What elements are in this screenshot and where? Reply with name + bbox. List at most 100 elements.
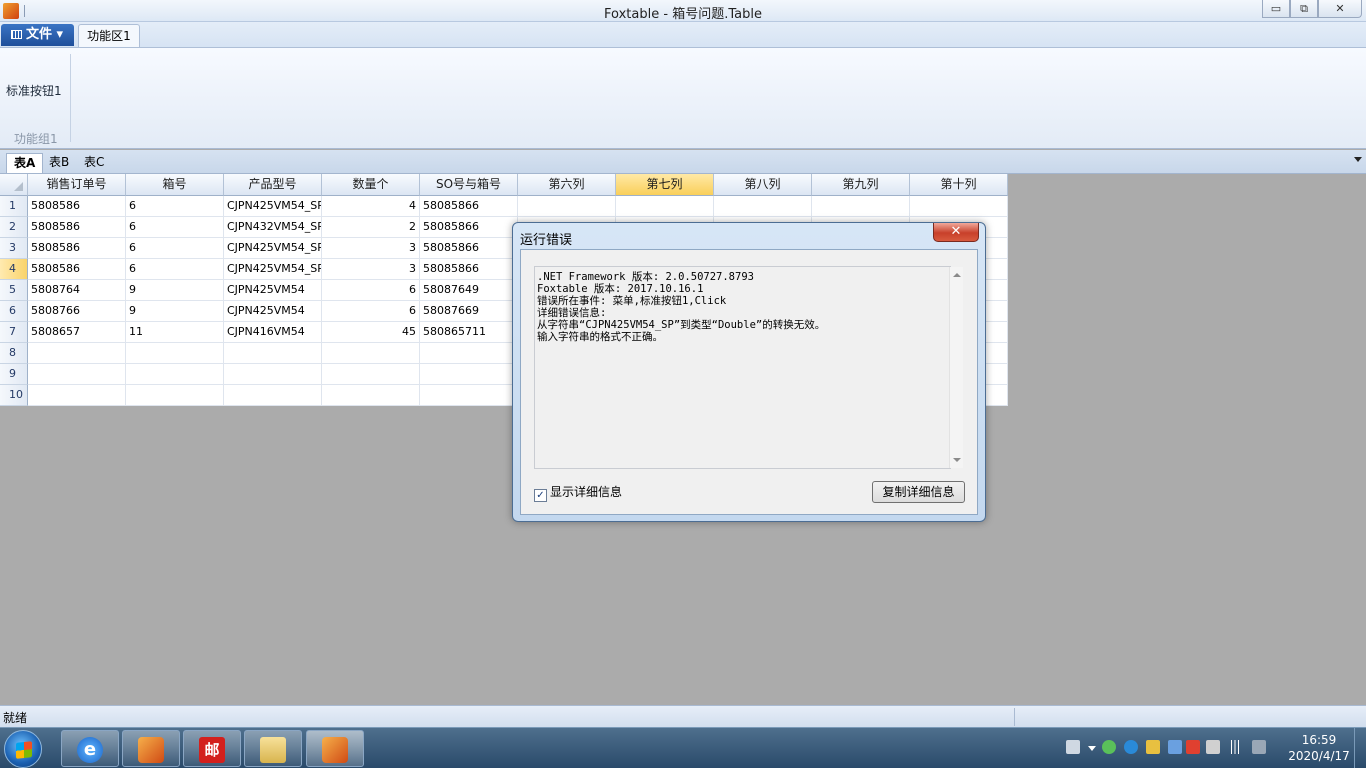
column-header[interactable]: 第十列	[910, 174, 1008, 196]
table-cell[interactable]: 6	[126, 217, 224, 238]
tab-table-b[interactable]: 表B	[42, 153, 76, 173]
row-number[interactable]: 5	[0, 280, 28, 301]
table-cell[interactable]: 9	[126, 280, 224, 301]
table-cell[interactable]: 580865711	[420, 322, 518, 343]
table-cell[interactable]	[910, 196, 1008, 217]
tray-expand-icon[interactable]	[1088, 746, 1096, 751]
column-header[interactable]: 销售订单号	[28, 174, 126, 196]
table-cell[interactable]: 3	[322, 259, 420, 280]
details-scrollbar[interactable]	[949, 267, 963, 468]
table-cell[interactable]	[420, 364, 518, 385]
close-button[interactable]: ✕	[1318, 0, 1362, 18]
show-details-toggle[interactable]: ✓ 显示详细信息	[534, 485, 622, 502]
table-cell[interactable]: 6	[126, 196, 224, 217]
clock[interactable]: 16:59 2020/4/17	[1284, 732, 1354, 764]
taskbar-mail[interactable]: 邮	[183, 730, 241, 767]
table-cell[interactable]: 3	[322, 238, 420, 259]
table-cell[interactable]: 5808586	[28, 259, 126, 280]
row-number[interactable]: 3	[0, 238, 28, 259]
volume-muted-icon[interactable]	[1252, 740, 1266, 754]
column-header[interactable]: 第九列	[812, 174, 910, 196]
start-button[interactable]	[4, 730, 42, 768]
table-cell[interactable]: CJPN425VM54_SP	[224, 259, 322, 280]
table-cell[interactable]: 2	[322, 217, 420, 238]
table-cell[interactable]: 6	[322, 301, 420, 322]
table-cell[interactable]	[714, 196, 812, 217]
row-number[interactable]: 4	[0, 259, 28, 280]
table-cell[interactable]: 5808586	[28, 217, 126, 238]
row-number[interactable]: 7	[0, 322, 28, 343]
column-header[interactable]: 箱号	[126, 174, 224, 196]
table-cell[interactable]	[812, 196, 910, 217]
network-share-icon[interactable]	[1168, 740, 1182, 754]
taskbar-foxtable-2[interactable]	[306, 730, 364, 767]
table-cell[interactable]: 5808764	[28, 280, 126, 301]
tab-table-c[interactable]: 表C	[77, 153, 111, 173]
table-cell[interactable]: 6	[126, 259, 224, 280]
table-cell[interactable]: 5808586	[28, 196, 126, 217]
row-number[interactable]: 2	[0, 217, 28, 238]
table-cell[interactable]	[224, 364, 322, 385]
table-cell[interactable]: 5808766	[28, 301, 126, 322]
keyboard-icon[interactable]	[1066, 740, 1080, 754]
row-number[interactable]: 8	[0, 343, 28, 364]
table-cell[interactable]: 6	[126, 238, 224, 259]
table-cell[interactable]	[322, 364, 420, 385]
table-cell[interactable]	[616, 196, 714, 217]
table-cell[interactable]	[126, 385, 224, 406]
tab-table-a[interactable]: 表A	[6, 153, 44, 173]
column-header[interactable]: 第七列	[616, 174, 714, 196]
table-cell[interactable]: 58085866	[420, 217, 518, 238]
table-cell[interactable]: 45	[322, 322, 420, 343]
clipboard-icon[interactable]	[1206, 740, 1220, 754]
table-cell[interactable]: 11	[126, 322, 224, 343]
taskbar-explorer[interactable]	[244, 730, 302, 767]
table-cell[interactable]: CJPN425VM54	[224, 301, 322, 322]
table-cell[interactable]: 6	[322, 280, 420, 301]
column-header[interactable]: 数量个	[322, 174, 420, 196]
browser-icon[interactable]	[1124, 740, 1138, 754]
sheet-list-dropdown-icon[interactable]	[1354, 157, 1362, 162]
column-header[interactable]: SO号与箱号	[420, 174, 518, 196]
table-cell[interactable]: CJPN416VM54	[224, 322, 322, 343]
minimize-button[interactable]: ▭	[1262, 0, 1290, 18]
taskbar-foxtable-1[interactable]	[122, 730, 180, 767]
column-header[interactable]: 第六列	[518, 174, 616, 196]
file-menu-button[interactable]: 文件 ▾	[1, 24, 74, 46]
table-cell[interactable]: 5808586	[28, 238, 126, 259]
app-tray-icon[interactable]	[1186, 740, 1200, 754]
table-cell[interactable]	[28, 385, 126, 406]
security-icon[interactable]	[1146, 740, 1160, 754]
table-cell[interactable]: CJPN432VM54_SP	[224, 217, 322, 238]
select-all-corner[interactable]	[0, 174, 28, 196]
restore-button[interactable]: ⧉	[1290, 0, 1318, 18]
table-cell[interactable]: 9	[126, 301, 224, 322]
table-cell[interactable]	[28, 364, 126, 385]
signal-icon[interactable]	[1228, 740, 1242, 754]
table-cell[interactable]: CJPN425VM54	[224, 280, 322, 301]
table-cell[interactable]	[322, 385, 420, 406]
standard-button-1[interactable]: 标准按钮1	[6, 82, 62, 99]
table-cell[interactable]	[126, 364, 224, 385]
copy-details-button[interactable]: 复制详细信息	[872, 481, 965, 503]
table-cell[interactable]	[224, 343, 322, 364]
row-number[interactable]: 1	[0, 196, 28, 217]
table-cell[interactable]: 58085866	[420, 238, 518, 259]
taskbar-ie[interactable]: e	[61, 730, 119, 767]
table-cell[interactable]: 58087669	[420, 301, 518, 322]
table-cell[interactable]	[126, 343, 224, 364]
table-cell[interactable]: CJPN425VM54_SP	[224, 196, 322, 217]
scroll-up-icon[interactable]	[953, 273, 961, 277]
table-cell[interactable]: 58085866	[420, 196, 518, 217]
table-cell[interactable]: 58087649	[420, 280, 518, 301]
table-cell[interactable]: 5808657	[28, 322, 126, 343]
table-cell[interactable]	[518, 196, 616, 217]
column-header[interactable]: 第八列	[714, 174, 812, 196]
dialog-close-button[interactable]: ✕	[933, 223, 979, 242]
table-cell[interactable]: 58085866	[420, 259, 518, 280]
error-details-text[interactable]: .NET Framework 版本: 2.0.50727.8793 Foxtabl…	[534, 266, 951, 469]
row-number[interactable]: 9	[0, 364, 28, 385]
table-cell[interactable]	[420, 343, 518, 364]
table-cell[interactable]	[420, 385, 518, 406]
row-number[interactable]: 10	[0, 385, 28, 406]
